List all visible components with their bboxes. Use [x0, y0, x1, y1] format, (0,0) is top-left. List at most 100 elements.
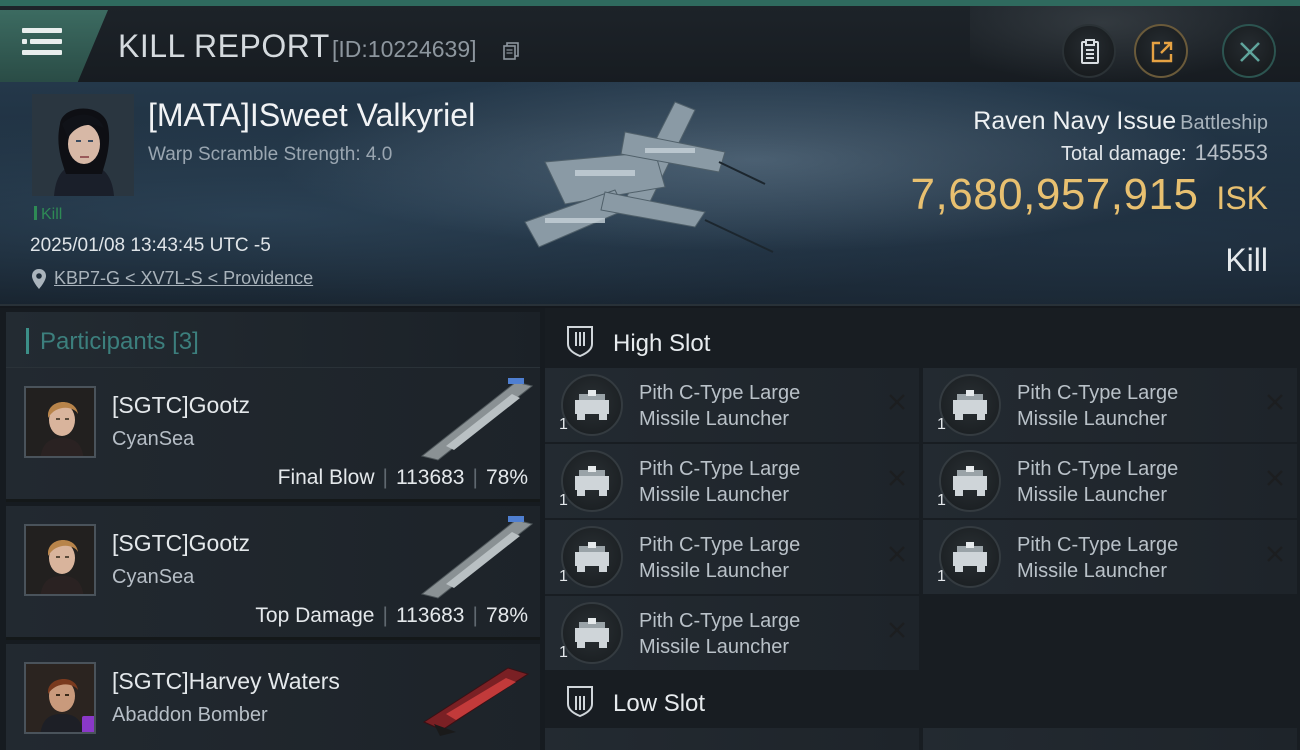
module-quantity: 1 — [559, 492, 568, 509]
module-item[interactable] — [545, 728, 919, 750]
participant-row[interactable]: [SGTC]Gootz CyanSea Top Damage | 113683 | 78… — [6, 506, 540, 640]
participant-ship-image — [420, 516, 534, 599]
module-name: Pith C-Type Large Missile Launcher — [639, 534, 801, 582]
module-quantity: 1 — [559, 568, 568, 585]
victim-ship-image — [524, 101, 774, 253]
participant-ship-image — [422, 667, 530, 736]
avatar — [24, 524, 96, 596]
module-name: Pith C-Type Large Missile Launcher — [639, 610, 801, 658]
isk-amount: 7,680,957,915 — [910, 170, 1199, 219]
location-pin-icon — [32, 269, 46, 289]
remove-x-icon[interactable] — [887, 620, 907, 640]
module-icon — [561, 374, 623, 436]
slot-shield-icon — [567, 686, 593, 718]
module-icon — [561, 526, 623, 588]
fitting-panel: High Slot 1 Pith C-Type Large Missile Lau… — [545, 308, 1300, 750]
module-item[interactable]: 1 Pith C-Type Large Missile Launcher — [545, 596, 919, 670]
module-name: Pith C-Type Large Missile Launcher — [1017, 458, 1179, 506]
copy-icon[interactable] — [503, 42, 519, 60]
module-icon — [561, 602, 623, 664]
badge-icon — [82, 716, 94, 732]
ship-class: Battleship — [1180, 112, 1268, 134]
low-slot-label: Low Slot — [613, 690, 706, 717]
participant-role: Top Damage — [255, 604, 375, 627]
participant-damage: 113683 — [395, 604, 465, 627]
victim-name[interactable]: [MATA]ISweet Valkyriel — [148, 97, 475, 134]
kill-result: Kill — [1225, 242, 1268, 278]
remove-x-icon[interactable] — [887, 544, 907, 564]
kill-tag: Kill — [34, 206, 62, 224]
module-icon — [939, 526, 1001, 588]
module-item[interactable]: 1 Pith C-Type Large Missile Launcher — [923, 368, 1297, 442]
menu-icon[interactable] — [22, 24, 66, 60]
location-link[interactable]: KBP7-G < XV7L-S < Providence — [54, 268, 313, 289]
isk-value: 7,680,957,915 ISK — [911, 170, 1268, 220]
remove-x-icon[interactable] — [1265, 468, 1285, 488]
participant-stats: Final Blow | 113683 | 78% — [277, 466, 528, 489]
victim-ship-name[interactable]: Raven Navy Issue Battleship — [973, 107, 1268, 136]
participants-label: Participants — [40, 328, 166, 355]
avatar — [24, 662, 96, 734]
module-icon — [939, 450, 1001, 512]
participants-count: [3] — [172, 328, 199, 355]
participant-ship: CyanSea — [112, 566, 195, 588]
module-icon — [939, 374, 1001, 436]
ship-name: Raven Navy Issue — [973, 107, 1177, 135]
participant-ship: Abaddon Bomber — [112, 704, 268, 726]
high-slot-header: High Slot — [545, 312, 1300, 370]
close-icon — [1240, 42, 1260, 62]
module-quantity: 1 — [559, 644, 568, 661]
report-id: [ID:10224639] — [332, 36, 477, 62]
remove-x-icon[interactable] — [1265, 544, 1285, 564]
share-icon — [1151, 41, 1173, 63]
remove-x-icon[interactable] — [887, 392, 907, 412]
module-name: Pith C-Type Large Missile Launcher — [1017, 534, 1179, 582]
participant-row[interactable]: [SGTC]Gootz CyanSea Final Blow | 113683 | 78… — [6, 368, 540, 502]
participant-stats: Top Damage | 113683 | 78% — [255, 604, 528, 627]
module-item[interactable]: 1 Pith C-Type Large Missile Launcher — [545, 444, 919, 518]
module-item[interactable]: 1 Pith C-Type Large Missile Launcher — [545, 520, 919, 594]
participant-percent: 78% — [485, 466, 528, 489]
module-quantity: 1 — [937, 568, 946, 585]
total-damage-value: 145553 — [1194, 140, 1268, 165]
participant-name: [SGTC]Harvey Waters — [112, 668, 340, 694]
participant-damage: 113683 — [395, 466, 465, 489]
warp-scramble-strength: Warp Scramble Strength: 4.0 — [148, 144, 393, 165]
module-item[interactable]: 1 Pith C-Type Large Missile Launcher — [923, 444, 1297, 518]
module-quantity: 1 — [937, 416, 946, 433]
close-button[interactable] — [1222, 24, 1276, 78]
module-item[interactable]: 1 Pith C-Type Large Missile Launcher — [545, 368, 919, 442]
isk-unit: ISK — [1216, 180, 1268, 216]
participant-row[interactable]: [SGTC]Harvey Waters Abaddon Bomber — [6, 644, 540, 750]
module-item[interactable]: 1 Pith C-Type Large Missile Launcher — [923, 520, 1297, 594]
avatar — [32, 94, 134, 196]
total-damage-label: Total damage: — [1060, 143, 1187, 165]
participants-title: Participants [3] — [40, 328, 199, 356]
module-name: Pith C-Type Large Missile Launcher — [639, 382, 801, 430]
low-slot-header: Low Slot — [545, 672, 1300, 730]
participants-header: Participants [3] — [6, 312, 540, 368]
module-quantity: 1 — [559, 416, 568, 433]
participants-panel: Participants [3] [SGTC]Gootz CyanSea Fin… — [0, 308, 545, 750]
participant-percent: 78% — [485, 604, 528, 627]
slot-shield-icon — [567, 326, 593, 358]
participant-name: [SGTC]Gootz — [112, 530, 251, 556]
module-name: Pith C-Type Large Missile Launcher — [1017, 382, 1179, 430]
victim-portrait[interactable] — [32, 94, 134, 196]
module-item[interactable] — [923, 728, 1297, 750]
participant-role: Final Blow — [277, 466, 375, 489]
top-bar: KILL REPORT [ID:10224639] — [0, 0, 1300, 88]
total-damage: Total damage: 145553 — [1061, 140, 1268, 166]
page-title: KILL REPORT — [118, 28, 330, 64]
module-icon — [561, 450, 623, 512]
remove-x-icon[interactable] — [1265, 392, 1285, 412]
high-slot-label: High Slot — [613, 330, 711, 357]
participant-name: [SGTC]Gootz — [112, 392, 251, 418]
clipboard-button[interactable] — [1062, 24, 1116, 78]
module-name: Pith C-Type Large Missile Launcher — [639, 458, 801, 506]
participant-ship-image — [420, 378, 534, 461]
remove-x-icon[interactable] — [887, 468, 907, 488]
avatar — [24, 386, 96, 458]
share-button[interactable] — [1134, 24, 1188, 78]
participant-ship: CyanSea — [112, 428, 195, 450]
